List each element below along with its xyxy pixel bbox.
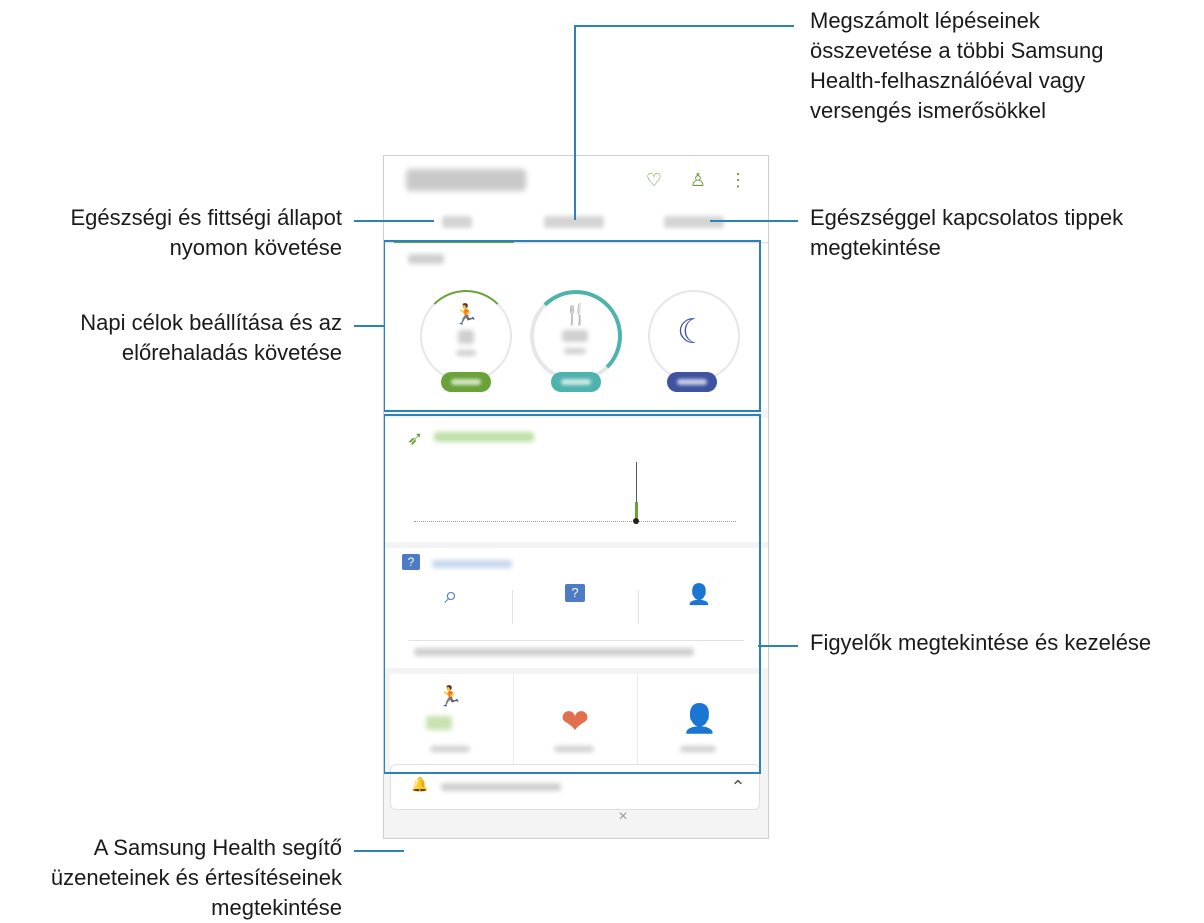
callout-trackers bbox=[758, 645, 798, 647]
callout-health-tips bbox=[710, 220, 798, 222]
tab-bar bbox=[384, 206, 768, 243]
lightbulb-icon[interactable]: ♡ bbox=[642, 168, 666, 192]
annotation-health-tips: Egészséggel kapcsolatos tippek megtekint… bbox=[810, 205, 1124, 260]
phone-screen: ♡ ♙ ⋮ 🏃 🍴 ☾ ➶ ? ⌕ ? 👤 🏃 ❤ 👤 × 🔔 ⌃ bbox=[383, 155, 769, 839]
tab-discover[interactable] bbox=[664, 216, 724, 228]
annotation-steps-compare: Megszámolt lépéseinek összevetése a több… bbox=[810, 8, 1104, 123]
callout-steps-compare-vertical bbox=[574, 25, 576, 220]
health-messages-label bbox=[441, 783, 561, 791]
highlight-goals bbox=[384, 240, 761, 412]
callout-health-tracking bbox=[354, 220, 434, 222]
annotation-health-tracking: Egészségi és fittségi állapot nyomon köv… bbox=[70, 205, 343, 260]
person-icon[interactable]: ♙ bbox=[686, 168, 710, 192]
callout-steps-compare bbox=[574, 25, 794, 27]
close-icon[interactable]: × bbox=[608, 808, 638, 826]
annotation-messages: A Samsung Health segítő üzeneteinek és é… bbox=[50, 835, 342, 920]
tab-home[interactable] bbox=[442, 216, 472, 228]
callout-daily-goals bbox=[354, 325, 384, 327]
annotation-trackers: Figyelők megtekintése és kezelése bbox=[810, 630, 1152, 655]
app-title bbox=[406, 169, 526, 191]
annotation-daily-goals: Napi célok beállítása és az előrehaladás… bbox=[80, 310, 342, 365]
app-bar: ♡ ♙ ⋮ bbox=[384, 156, 768, 206]
highlight-trackers bbox=[384, 414, 761, 774]
callout-messages bbox=[354, 850, 404, 852]
bell-icon: 🔔 bbox=[411, 776, 429, 792]
chevron-up-icon[interactable]: ⌃ bbox=[723, 777, 753, 798]
more-vert-icon[interactable]: ⋮ bbox=[726, 168, 750, 192]
